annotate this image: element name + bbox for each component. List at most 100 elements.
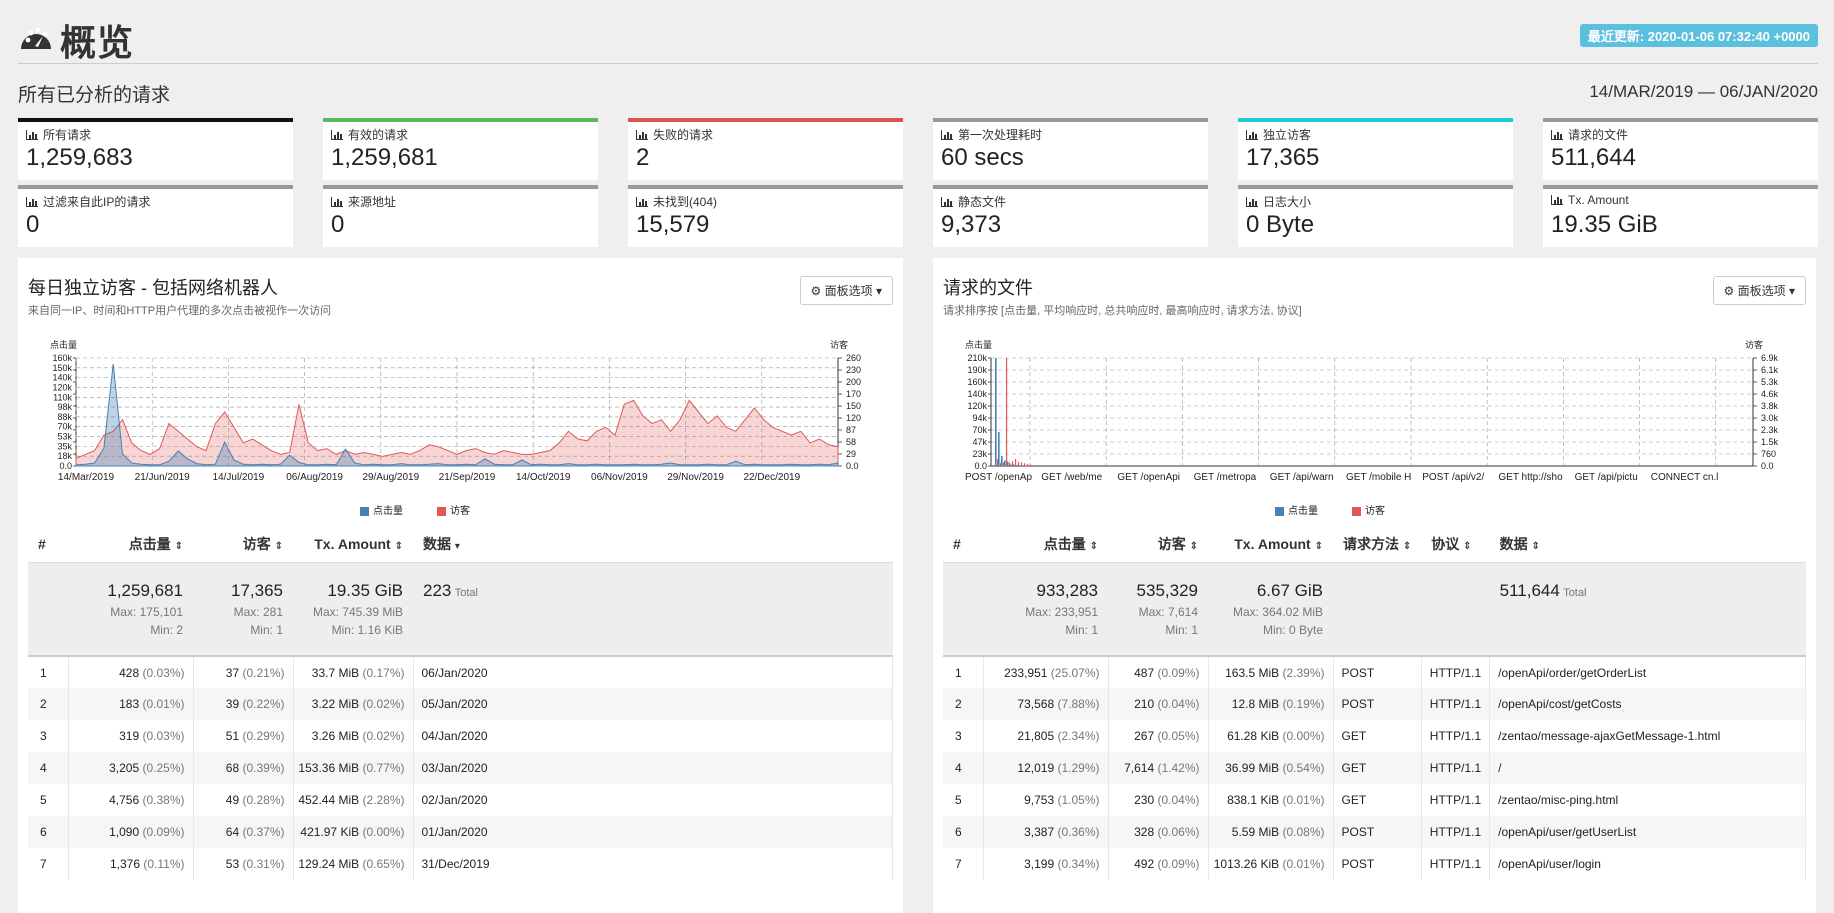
row-hits: 4,756 (0.38%) — [68, 784, 194, 816]
table-row[interactable]: 3 319 (0.03%) 51 (0.29%) 3.26 MiB (0.02%) 04… — [28, 720, 893, 752]
y-tick-label: 150k — [52, 363, 72, 373]
hits-bar — [1001, 455, 1003, 466]
row-method: POST — [1333, 656, 1422, 688]
totals-row: 933,283 Max: 233,951 Min: 1 535,329 Max: 7,… — [943, 562, 1806, 657]
y-tick-label: 160k — [967, 377, 987, 387]
col-data[interactable]: 数据 ▾ — [413, 526, 893, 563]
row-data: 02/Jan/2020 — [413, 784, 893, 816]
card-value: 1,259,681 — [331, 144, 438, 171]
col-data[interactable]: 数据 ⇕ — [1489, 526, 1806, 563]
col-tx[interactable]: Tx. Amount ⇕ — [293, 526, 413, 563]
table-row[interactable]: 1 233,951 (25.07%) 487 (0.09%) 163.5 MiB (2… — [943, 656, 1806, 688]
row-tx-value: 3.22 MiB — [311, 697, 360, 711]
col-visitors-label: 访客 — [1157, 535, 1186, 552]
hits-bar — [1019, 465, 1021, 466]
totals-data-label: Total — [454, 586, 478, 599]
page-title: 概览 — [18, 14, 134, 66]
row-method: GET — [1333, 752, 1422, 784]
col-protocol[interactable]: 协议 ⇕ — [1421, 526, 1490, 563]
row-hits: 3,199 (0.34%) — [983, 848, 1109, 880]
col-visitors[interactable]: 访客 ⇕ — [1108, 526, 1208, 563]
table-row[interactable]: 7 3,199 (0.34%) 492 (0.09%) 1013.26 KiB (0.… — [943, 848, 1806, 880]
row-hits: 319 (0.03%) — [68, 720, 194, 752]
row-tx: 452.44 MiB (2.28%) — [293, 784, 414, 816]
panel-options-button[interactable]: ⚙ 面板选项 ▾ — [799, 276, 893, 305]
panel-options-button[interactable]: ⚙ 面板选项 ▾ — [1712, 276, 1806, 305]
legend-hits[interactable]: 点击量 — [1275, 502, 1318, 517]
row-visitors-pct: (1.42%) — [1157, 761, 1200, 775]
col-data-label: 数据 — [1499, 535, 1528, 552]
card-label-text: 过滤来自此IP的请求 — [43, 195, 151, 209]
x-tick-label: GET /api/pictu — [1575, 472, 1638, 483]
y2-tick-label: 3.8k — [1761, 401, 1779, 411]
col-method[interactable]: 请求方法 ⇕ — [1333, 526, 1422, 563]
row-visitors-pct: (0.39%) — [242, 761, 285, 775]
row-tx-value: 421.97 KiB — [300, 825, 360, 839]
col-hits[interactable]: 点击量 ⇕ — [68, 526, 193, 563]
y2-tick-label: 230 — [846, 365, 861, 375]
hits-bar — [1007, 461, 1009, 466]
row-tx: 3.22 MiB (0.02%) — [293, 688, 414, 720]
col-visitors[interactable]: 访客 ⇕ — [193, 526, 293, 563]
row-visitors-pct: (0.29%) — [242, 729, 285, 743]
row-hits: 1,090 (0.09%) — [68, 816, 194, 848]
table-row[interactable]: 3 21,805 (2.34%) 267 (0.05%) 61.28 KiB (0.0… — [943, 720, 1806, 752]
stat-card: 静态文件 9,373 — [933, 185, 1208, 247]
row-tx: 5.59 MiB (0.08%) — [1208, 816, 1334, 848]
col-tx[interactable]: Tx. Amount ⇕ — [1208, 526, 1333, 563]
table-row[interactable]: 5 4,756 (0.38%) 49 (0.28%) 452.44 MiB (2.28… — [28, 784, 893, 816]
stat-card: 有效的请求 1,259,681 — [323, 118, 598, 180]
row-data: /zentao/misc-ping.html — [1489, 784, 1806, 816]
table-row[interactable]: 6 3,387 (0.36%) 328 (0.06%) 5.59 MiB (0.08%… — [943, 816, 1806, 848]
sort-desc-icon: ▾ — [454, 540, 460, 552]
x-tick-label: 21/Sep/2019 — [439, 472, 496, 483]
row-tx-value: 1013.26 KiB — [1213, 857, 1280, 871]
legend-visitors[interactable]: 访客 — [437, 502, 470, 517]
table-row[interactable]: 2 183 (0.01%) 39 (0.22%) 3.22 MiB (0.02%) 05… — [28, 688, 893, 720]
table-row[interactable]: 7 1,376 (0.11%) 53 (0.31%) 129.24 MiB (0.65… — [28, 848, 893, 880]
row-index: 1 — [28, 656, 69, 688]
table-row[interactable]: 6 1,090 (0.09%) 64 (0.37%) 421.97 KiB (0.00… — [28, 816, 893, 848]
y2-tick-label: 760 — [1761, 449, 1776, 459]
col-index: # — [943, 526, 983, 563]
totals-hits-min: Min: 1 — [1065, 622, 1098, 637]
visitors-bar — [1000, 463, 1002, 466]
x-tick-label: GET /openApi — [1117, 472, 1180, 483]
table-row[interactable]: 4 12,019 (1.29%) 7,614 (1.42%) 36.99 MiB (0… — [943, 752, 1806, 784]
y-tick-label: 47k — [972, 437, 987, 447]
row-tx-value: 36.99 MiB — [1225, 761, 1280, 775]
totals-row: 1,259,681 Max: 175,101 Min: 2 17,365 Max: 2… — [28, 562, 893, 657]
y-tick-label: 120k — [52, 382, 72, 392]
x-tick-label: POST /openAp — [965, 472, 1033, 483]
table-row[interactable]: 1 428 (0.03%) 37 (0.21%) 33.7 MiB (0.17%) 06… — [28, 656, 893, 688]
card-label: Tx. Amount — [1551, 193, 1629, 207]
row-data: / — [1489, 752, 1806, 784]
table-row[interactable]: 5 9,753 (1.05%) 230 (0.04%) 838.1 KiB (0.01… — [943, 784, 1806, 816]
row-visitors-value: 492 — [1134, 857, 1155, 871]
col-hits[interactable]: 点击量 ⇕ — [983, 526, 1108, 563]
row-protocol: HTTP/1.1 — [1421, 784, 1491, 816]
row-hits-value: 428 — [119, 665, 140, 680]
visitors-chart: 160k150k140k120k110k98k88k70k53k35k18k0.… — [50, 339, 861, 483]
card-label-text: 来源地址 — [348, 195, 397, 209]
totals-hits-max: Max: 175,101 — [110, 604, 183, 619]
totals-hits-min: Min: 2 — [150, 622, 183, 637]
y2-axis-label: 访客 — [1745, 339, 1763, 350]
x-tick-label: 21/Jun/2019 — [135, 472, 190, 483]
x-tick-label: GET /api/warn — [1270, 472, 1334, 483]
panel-title: 每日独立访客 - 包括网络机器人 — [28, 278, 278, 298]
totals-data-value: 511,644 — [1499, 580, 1560, 600]
legend-hits[interactable]: 点击量 — [360, 502, 403, 517]
row-tx-value: 838.1 KiB — [1227, 793, 1280, 807]
table-row[interactable]: 4 3,205 (0.25%) 68 (0.39%) 153.36 MiB (0.77… — [28, 752, 893, 784]
chart-legend: 点击量 访客 — [360, 502, 470, 517]
row-hits-pct: (0.34%) — [1057, 857, 1100, 871]
table-row[interactable]: 2 73,568 (7.88%) 210 (0.04%) 12.8 MiB (0.19… — [943, 688, 1806, 720]
visitors-bar — [1012, 461, 1014, 466]
stat-card: 请求的文件 511,644 — [1543, 118, 1818, 180]
y2-tick-label: 6.1k — [1761, 365, 1779, 375]
y2-tick-label: 6.9k — [1761, 353, 1779, 363]
row-visitors-pct: (0.06%) — [1157, 825, 1200, 839]
visitors-panel: 每日独立访客 - 包括网络机器人 来自同一IP、时间和HTTP用户代理的多次点击… — [18, 258, 903, 913]
legend-visitors[interactable]: 访客 — [1352, 502, 1385, 517]
